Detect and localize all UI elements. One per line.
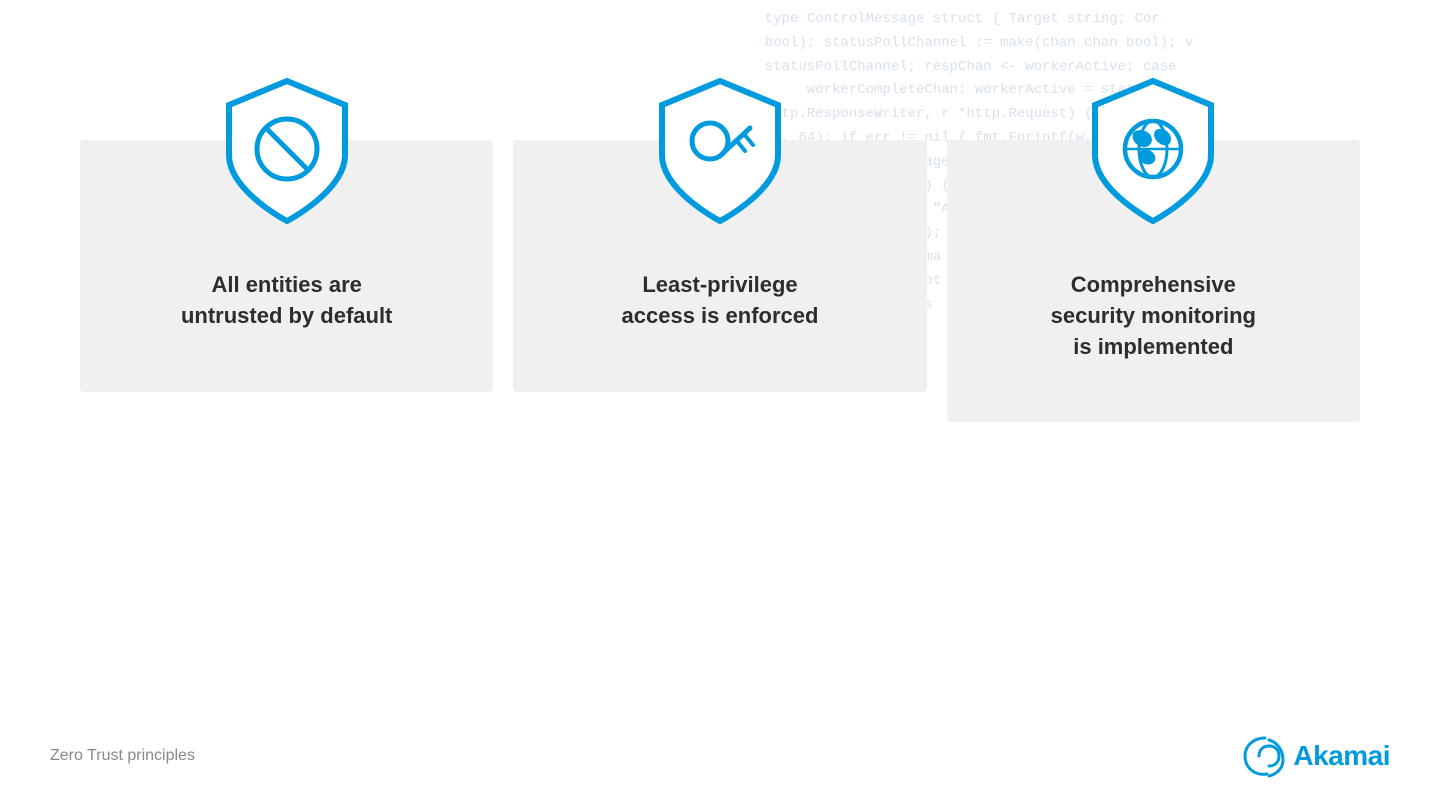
akamai-logo-text: Akamai — [1293, 740, 1390, 772]
card-monitoring: Comprehensivesecurity monitoringis imple… — [947, 140, 1360, 422]
shield-block-icon — [217, 73, 357, 228]
footer-label: Zero Trust principles — [50, 747, 195, 765]
card-text-monitoring: Comprehensivesecurity monitoringis imple… — [1021, 270, 1286, 362]
shield-key-icon — [650, 73, 790, 228]
akamai-logo: Akamai — [1241, 732, 1390, 780]
cards-container: All entities areuntrusted by default Lea… — [0, 140, 1440, 422]
shield-wrapper-2 — [640, 70, 800, 230]
shield-wrapper-3 — [1073, 70, 1233, 230]
card-least-privilege: Least-privilegeaccess is enforced — [513, 140, 926, 392]
footer: Zero Trust principles Akamai — [50, 732, 1390, 780]
shield-wrapper-1 — [207, 70, 367, 230]
card-text-untrusted: All entities areuntrusted by default — [151, 270, 422, 332]
card-untrusted: All entities areuntrusted by default — [80, 140, 493, 392]
shield-globe-icon — [1083, 73, 1223, 228]
card-text-least-privilege: Least-privilegeaccess is enforced — [592, 270, 849, 332]
akamai-logo-icon — [1241, 732, 1289, 780]
